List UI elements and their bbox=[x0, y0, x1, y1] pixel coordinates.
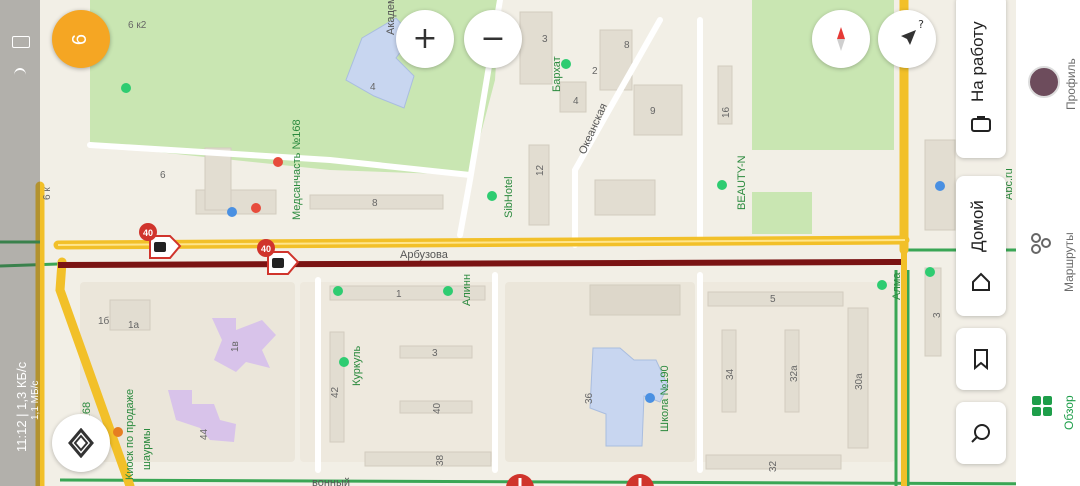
nav-overview-label: Обзор bbox=[1062, 395, 1076, 430]
nav-routes[interactable]: Маршруты bbox=[1016, 200, 1080, 340]
bld-40: 40 bbox=[432, 402, 443, 414]
poi-kurkul[interactable]: Куркуль bbox=[351, 345, 363, 386]
bld-9: 9 bbox=[650, 106, 656, 117]
bld-30a: 30а bbox=[854, 373, 865, 390]
bld-4b: 4 bbox=[370, 82, 376, 93]
location-button[interactable]: ? bbox=[878, 10, 936, 68]
compass-button[interactable] bbox=[812, 10, 870, 68]
diamond-logo-icon bbox=[68, 428, 94, 458]
briefcase-icon bbox=[971, 116, 991, 132]
search-card[interactable] bbox=[956, 402, 1006, 464]
bld-12: 12 bbox=[535, 164, 546, 176]
bld-6: 6 bbox=[160, 170, 166, 181]
nav-profile[interactable]: Профиль bbox=[1016, 50, 1080, 180]
bld-32a: 32а bbox=[789, 365, 800, 382]
status-bar: 11:12 | 1,3 КБ/с 1,1 МБ/с bbox=[0, 0, 41, 486]
zoom-in-button[interactable]: + bbox=[396, 10, 454, 68]
poi-alma[interactable]: Алма bbox=[891, 272, 903, 300]
avatar bbox=[1028, 66, 1060, 98]
bld-6k2: 6 к2 bbox=[128, 20, 147, 31]
status-network: 1,1 МБ/с bbox=[30, 380, 41, 420]
poi-school[interactable]: Школа №190 bbox=[659, 365, 671, 432]
bld-38: 38 bbox=[435, 454, 446, 466]
bld-4a: 4 bbox=[573, 96, 579, 107]
favorite-work-card[interactable]: На работу bbox=[956, 0, 1006, 158]
zoom-out-button[interactable]: − bbox=[464, 10, 522, 68]
bld-2: 2 bbox=[592, 66, 598, 77]
wifi-icon bbox=[14, 68, 26, 82]
routes-icon bbox=[1031, 233, 1051, 254]
poi-medsanchast[interactable]: Медсанчасть №168 bbox=[291, 119, 303, 220]
bld-42: 42 bbox=[330, 386, 341, 398]
nav-overview[interactable]: Обзор bbox=[1016, 370, 1080, 486]
bld-32: 32 bbox=[768, 460, 779, 472]
poi-alinn[interactable]: Алинн bbox=[461, 274, 473, 306]
favorite-home-label: Домой bbox=[968, 200, 987, 252]
speed-limit-2: 40 bbox=[261, 244, 271, 254]
bld-1v: 1в bbox=[230, 341, 241, 352]
street-label-main: Арбузова bbox=[400, 249, 449, 261]
poi-barkhat[interactable]: Бархат bbox=[551, 56, 563, 92]
poi-sibhotel[interactable]: SibHotel bbox=[503, 176, 515, 218]
poi-beauty[interactable]: BEAUTY-N bbox=[736, 155, 748, 210]
speed-limit-1: 40 bbox=[143, 228, 153, 238]
bld-1a: 1а bbox=[128, 320, 140, 331]
renault-logo-button[interactable] bbox=[52, 414, 110, 472]
bld-1b: 1б bbox=[98, 315, 110, 327]
bld-3: 3 bbox=[542, 34, 548, 45]
notification-count: 6 bbox=[69, 33, 92, 45]
poi-kiosk-line1[interactable]: Киоск по продаже bbox=[124, 389, 136, 480]
favorite-home-card[interactable]: Домой bbox=[956, 176, 1006, 316]
street-label-bottom: вонный bbox=[312, 477, 350, 486]
street-label-akadem: Академ bbox=[385, 0, 397, 35]
status-time-speed: 11:12 | 1,3 КБ/с bbox=[14, 361, 29, 452]
zoom-out-label: − bbox=[480, 21, 506, 56]
bld-44: 44 bbox=[199, 428, 210, 440]
bld-34: 34 bbox=[725, 368, 736, 380]
nav-profile-label: Профиль bbox=[1064, 58, 1078, 110]
nav-routes-label: Маршруты bbox=[1062, 232, 1076, 292]
bld-5: 5 bbox=[770, 294, 776, 305]
bookmarks-card[interactable] bbox=[956, 328, 1006, 390]
bld-36: 36 bbox=[584, 392, 595, 404]
bld-6k: 6 к bbox=[42, 187, 53, 200]
help-hint: ? bbox=[918, 18, 924, 31]
favorite-work-label: На работу bbox=[968, 21, 987, 102]
bld-1: 1 bbox=[396, 289, 402, 300]
compass-icon bbox=[837, 27, 845, 51]
zoom-in-label: + bbox=[412, 21, 438, 56]
search-icon bbox=[971, 424, 990, 443]
grid-icon bbox=[1032, 396, 1052, 416]
home-icon bbox=[972, 272, 990, 291]
battery-icon bbox=[12, 36, 30, 48]
bookmark-icon bbox=[974, 349, 988, 371]
bld-16: 16 bbox=[721, 106, 732, 118]
bld-3c: 3 bbox=[932, 312, 943, 318]
bld-8: 8 bbox=[624, 40, 630, 51]
poi-kiosk-line2[interactable]: шаурмы bbox=[141, 428, 153, 470]
map-canvas[interactable]: Арбузова Океанская Академ вонный 6 к2 3 … bbox=[0, 0, 1080, 486]
notification-badge[interactable]: 6 bbox=[52, 10, 110, 68]
bld-8b: 8 bbox=[372, 198, 378, 209]
bld-3b: 3 bbox=[432, 348, 438, 359]
